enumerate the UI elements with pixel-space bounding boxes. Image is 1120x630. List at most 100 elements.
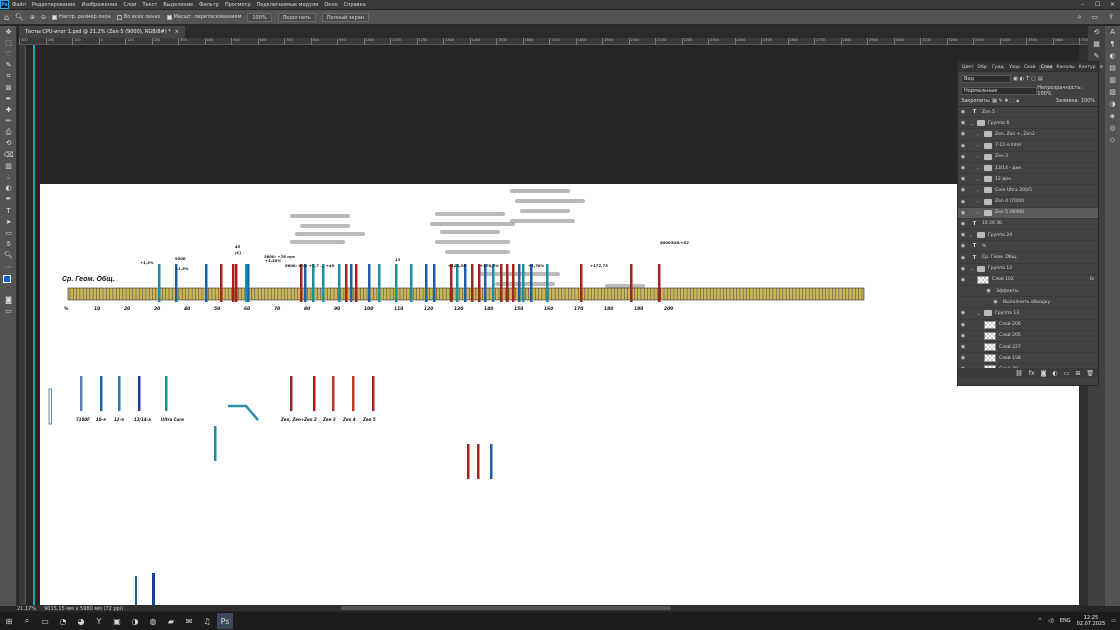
layer-row[interactable]: ◉ Выполнить обводку — [958, 297, 1098, 309]
healing-tool-icon[interactable]: ✚ — [0, 104, 17, 115]
menu-item-2[interactable]: Изображение — [78, 2, 120, 8]
lock-icons[interactable]: ▦ ✎ ✥ ⬚ 🔒︎ — [992, 98, 1019, 104]
browser-icon[interactable]: ◕ — [73, 613, 89, 629]
crop-tool-icon[interactable]: ⌗ — [0, 71, 17, 82]
keyboard-language[interactable]: ENG — [1060, 618, 1071, 624]
layer-row[interactable]: ◉ › 13/14 - ден — [958, 163, 1098, 175]
eraser-tool-icon[interactable]: ⌫ — [0, 149, 17, 160]
visibility-eye-icon[interactable]: ◉ — [958, 266, 968, 272]
panel-tab-4[interactable]: Свой. — [1022, 65, 1039, 70]
type-tool-icon[interactable]: T — [0, 205, 17, 216]
path-select-tool-icon[interactable]: ➤ — [0, 216, 17, 227]
task-view-icon[interactable]: ▭ — [37, 613, 53, 629]
new-group-icon[interactable]: ▭ — [1064, 370, 1070, 377]
marquee-tool-icon[interactable]: ⬚ — [0, 37, 17, 48]
fit-screen-button[interactable]: Подогнать — [277, 12, 316, 22]
share-icon[interactable]: ⇪ — [1108, 13, 1114, 22]
panel-menu-icon[interactable]: ≡ — [1098, 65, 1107, 70]
hand-tool-icon[interactable]: ✋︎ — [0, 239, 17, 250]
canvas-area[interactable]: Ср. Геом. Общ.% 10 20 30 40 50 60 70 80 90 100 110 1… — [26, 45, 1089, 605]
vertical-ruler[interactable] — [19, 45, 26, 605]
mail-icon[interactable]: ✉ — [181, 613, 197, 629]
effect-eye-icon[interactable]: ◉ — [991, 299, 1000, 306]
layer-row[interactable]: ◉ › Zen 3 — [958, 152, 1098, 163]
clock[interactable]: 12:25 02.07.2025 — [1077, 615, 1106, 627]
workspace-icon[interactable]: ▭ — [1092, 13, 1099, 22]
panel-tab-1[interactable]: Обр. — [976, 65, 991, 70]
visibility-eye-icon[interactable]: ◉ — [958, 187, 968, 193]
start-icon[interactable]: ⊞ — [1, 613, 17, 629]
quick-mask-icon[interactable]: ◙ — [0, 294, 17, 305]
notifications-icon[interactable]: ▭ — [1111, 618, 1116, 624]
layer-row[interactable]: ◉ T Zen 5 — [958, 107, 1098, 119]
visibility-eye-icon[interactable]: ◉ — [958, 120, 968, 126]
rectangle-tool-icon[interactable]: ▭ — [0, 227, 17, 238]
layer-row[interactable]: ◉ Слой 206 — [958, 320, 1098, 331]
zoom-tool-icon[interactable]: 🔍︎ — [0, 250, 17, 261]
quick-select-tool-icon[interactable]: ✎ — [0, 60, 17, 71]
eyedropper-tool-icon[interactable]: ✒ — [0, 93, 17, 104]
layer-filter-select[interactable]: Вид — [961, 75, 1011, 83]
layer-row[interactable]: ◉ T% — [958, 241, 1098, 253]
tray-chevron-icon[interactable]: ^ — [1038, 618, 1042, 624]
layer-row[interactable]: ◉ Слой 158 — [958, 353, 1098, 365]
visibility-eye-icon[interactable]: ◉ — [958, 277, 968, 283]
layer-row[interactable]: ◉ › Zen, Zen +, Zen2 — [958, 129, 1098, 141]
paragraph-icon[interactable]: ¶ — [1105, 38, 1120, 50]
search-icon[interactable]: ⌕ — [19, 613, 35, 629]
layer-row[interactable]: ◉ ⌄ Группа 13 — [958, 308, 1098, 320]
yandex-icon[interactable]: Y — [91, 613, 107, 629]
all-windows-checkbox[interactable]: Во всех окнах — [116, 14, 161, 20]
menu-item-4[interactable]: Текст — [139, 2, 160, 8]
filter-adjust-icon[interactable]: ◐ — [1020, 76, 1024, 82]
fx-icon[interactable]: fx — [1029, 370, 1035, 377]
layer-row[interactable]: ◉ Слой 102 fx — [958, 275, 1098, 286]
adjustments-icon[interactable]: ◑ — [1105, 98, 1120, 110]
panel-tab-3[interactable]: Узор — [1007, 65, 1022, 70]
swatches-icon[interactable]: ▤ — [1105, 62, 1120, 74]
screen-mode-icon[interactable]: ▭ — [0, 305, 17, 316]
lasso-tool-icon[interactable]: ➰ — [0, 48, 17, 59]
paths-icon[interactable]: ◇ — [1105, 134, 1120, 146]
menu-item-3[interactable]: Слои — [120, 2, 139, 8]
color-swatches[interactable] — [2, 274, 15, 292]
move-tool-icon[interactable]: ✥ — [0, 26, 17, 37]
layer-row[interactable]: ◉ › 12-ден — [958, 174, 1098, 186]
opacity-field[interactable]: 100% — [1037, 91, 1051, 97]
panel-tab-7[interactable]: Контур — [1077, 65, 1098, 70]
pen-tool-icon[interactable]: ✒ — [0, 194, 17, 205]
layer-row[interactable]: ◉ › Группа 24 — [958, 230, 1098, 242]
visibility-eye-icon[interactable]: ◉ — [958, 333, 968, 339]
home-icon[interactable]: ⌂ — [4, 13, 9, 22]
clone-stamp-tool-icon[interactable]: ⎙ — [0, 127, 17, 138]
effect-eye-icon[interactable]: ◉ — [984, 288, 993, 295]
close-tab-icon[interactable]: × — [175, 29, 179, 35]
minimize-icon[interactable]: – — [1075, 0, 1090, 9]
visibility-eye-icon[interactable]: ◉ — [958, 310, 968, 316]
history-icon[interactable]: ⟲ — [1088, 26, 1105, 38]
gradient-tool-icon[interactable]: ▥ — [0, 160, 17, 171]
adjustment-layer-icon[interactable]: ◐ — [1052, 370, 1057, 377]
layer-row[interactable]: ◉ Слой 227 — [958, 342, 1098, 354]
visibility-eye-icon[interactable]: ◉ — [958, 344, 968, 350]
panel-tab-6[interactable]: Каналы — [1054, 65, 1076, 70]
blur-tool-icon[interactable]: 💧︎ — [0, 171, 17, 182]
visibility-eye-icon[interactable]: ◉ — [958, 232, 968, 238]
menu-item-6[interactable]: Фильтр — [196, 2, 222, 8]
panel-tab-0[interactable]: Цвет — [960, 65, 976, 70]
visibility-eye-icon[interactable]: ◉ — [958, 243, 968, 249]
layer-row[interactable]: ◉ › Core Ultra 200/5 — [958, 185, 1098, 197]
horizontal-ruler[interactable]: 300 200 100 0 100 200 300 400 500 600 700 800 900 100… — [19, 38, 1090, 45]
document-tab[interactable]: Тесты CPU-итог 1.psd @ 21,2% (Zen 5 (900… — [19, 26, 185, 38]
patterns-icon[interactable]: ▧ — [1105, 86, 1120, 98]
fx-badge-icon[interactable]: fx — [1090, 277, 1098, 282]
zoom-in-icon[interactable]: ⊕ — [30, 14, 35, 21]
layer-row[interactable]: ◉ ⌄ Группа 12 — [958, 264, 1098, 275]
visibility-eye-icon[interactable]: ◉ — [958, 255, 968, 261]
guide-line[interactable] — [33, 45, 35, 605]
zoom-100-button[interactable]: 100% — [247, 12, 272, 22]
properties-icon[interactable]: ▦ — [1088, 38, 1105, 50]
foreground-color[interactable] — [3, 275, 11, 284]
layers-icon[interactable]: ◈ — [1105, 110, 1120, 122]
search-icon[interactable]: ⌕ — [1078, 13, 1082, 22]
